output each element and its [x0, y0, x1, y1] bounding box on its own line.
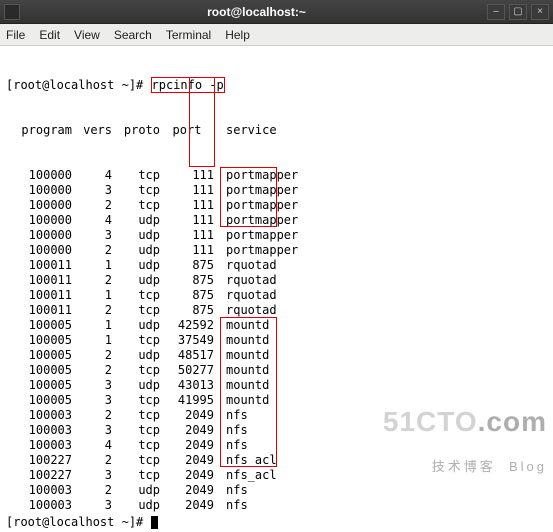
output-row: 1000033tcp2049nfs	[6, 423, 547, 438]
minimize-button[interactable]: –	[487, 4, 505, 20]
output-row: 1000032tcp2049nfs	[6, 408, 547, 423]
command-highlight: rpcinfo -p	[151, 77, 225, 93]
menu-search[interactable]: Search	[114, 28, 152, 42]
menu-view[interactable]: View	[74, 28, 100, 42]
window-title: root@localhost:~	[26, 5, 487, 19]
output-row: 1002272tcp2049nfs_acl	[6, 453, 547, 468]
output-row: 1000002udp111portmapper	[6, 243, 547, 258]
output-row: 1000034tcp2049nfs	[6, 438, 547, 453]
output-row: 1000112tcp875rquotad	[6, 303, 547, 318]
output-row: 1000003udp111portmapper	[6, 228, 547, 243]
output-row: 1002273tcp2049nfs_acl	[6, 468, 547, 483]
menu-edit[interactable]: Edit	[39, 28, 60, 42]
cursor	[151, 516, 158, 529]
prompt-line-1: [root@localhost ~]# rpcinfo -p	[6, 78, 547, 93]
output-row: 1000112udp875rquotad	[6, 273, 547, 288]
output-row: 1000002tcp111portmapper	[6, 198, 547, 213]
output-row: 1000111udp875rquotad	[6, 258, 547, 273]
output-row: 1000004tcp111portmapper	[6, 168, 547, 183]
close-button[interactable]: ×	[531, 4, 549, 20]
menu-help[interactable]: Help	[225, 28, 250, 42]
output-row: 1000033udp2049nfs	[6, 498, 547, 513]
window-titlebar: root@localhost:~ – ▢ ×	[0, 0, 553, 24]
output-row: 1000053tcp41995mountd	[6, 393, 547, 408]
output-row: 1000052udp48517mountd	[6, 348, 547, 363]
menubar: File Edit View Search Terminal Help	[0, 24, 553, 46]
output-row: 1000004udp111portmapper	[6, 213, 547, 228]
menu-terminal[interactable]: Terminal	[166, 28, 211, 42]
terminal-app-icon	[4, 4, 20, 20]
output-rows: 1000004tcp111portmapper1000003tcp111port…	[6, 168, 547, 514]
output-row: 1000052tcp50277mountd	[6, 363, 547, 378]
output-row: 1000003tcp111portmapper	[6, 183, 547, 198]
terminal-viewport[interactable]: [root@localhost ~]# rpcinfo -p programve…	[0, 46, 553, 514]
output-header: programversprotoportservice	[6, 123, 547, 138]
maximize-button[interactable]: ▢	[509, 4, 527, 20]
output-row: 1000034udp2049nfs	[6, 513, 547, 514]
output-row: 1000051tcp37549mountd	[6, 333, 547, 348]
output-row: 1000032udp2049nfs	[6, 483, 547, 498]
output-row: 1000111tcp875rquotad	[6, 288, 547, 303]
menu-file[interactable]: File	[6, 28, 25, 42]
prompt-line-2: [root@localhost ~]#	[0, 514, 553, 532]
output-row: 1000051udp42592mountd	[6, 318, 547, 333]
output-row: 1000053udp43013mountd	[6, 378, 547, 393]
